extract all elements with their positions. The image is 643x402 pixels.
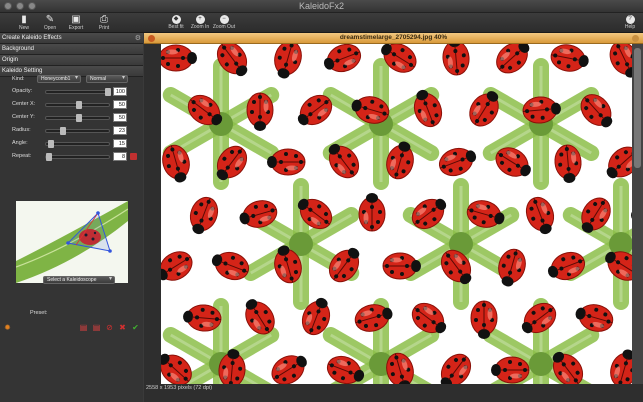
setting-slider[interactable] bbox=[45, 127, 110, 135]
setting-slider[interactable] bbox=[45, 114, 110, 122]
setting-value-field[interactable]: 50 bbox=[113, 100, 127, 109]
section-create-label: Create Kaleido Effects bbox=[2, 35, 62, 41]
section-background[interactable]: Background bbox=[0, 44, 143, 55]
zoom-in-button[interactable]: + Zoom In bbox=[188, 13, 212, 33]
setting-slider[interactable] bbox=[45, 140, 110, 148]
leaf-preview-image bbox=[16, 201, 128, 283]
sun-icon[interactable]: ✹ bbox=[3, 323, 12, 332]
setting-slider[interactable] bbox=[45, 88, 111, 96]
document-window: dreamstimelarge_2705294.jpg 40% 2558 x 1… bbox=[144, 33, 643, 402]
setting-row: Angle: 15 bbox=[0, 139, 143, 149]
best-fit-label: Best fit bbox=[168, 24, 184, 30]
zoom-in-icon: + bbox=[195, 15, 205, 24]
stop-icon[interactable]: ⊘ bbox=[105, 323, 114, 332]
delete-icon[interactable]: ✖ bbox=[118, 323, 127, 332]
help-label: Help bbox=[624, 24, 636, 30]
setting-label: Center X: bbox=[12, 101, 36, 107]
setting-label: Center Y: bbox=[12, 114, 35, 120]
setting-value-field[interactable]: 15 bbox=[113, 139, 127, 148]
preset-actions: ✹ ▤ ▤ ⊘ ✖ ✔ bbox=[0, 323, 143, 333]
section-background-label: Background bbox=[2, 46, 35, 52]
scroll-thumb[interactable] bbox=[634, 48, 641, 168]
setting-row: Center X: 50 bbox=[0, 100, 143, 110]
setting-value-field[interactable]: 100 bbox=[113, 87, 127, 96]
setting-row: Opacity: 100 bbox=[0, 87, 143, 97]
export-label: Export bbox=[68, 25, 84, 31]
kaleidoscope-canvas[interactable] bbox=[161, 44, 632, 384]
preset-label: Preset: bbox=[30, 310, 48, 316]
section-setting-label: Kaleido Setting bbox=[2, 68, 43, 74]
section-create-kaleido-effects[interactable]: Create Kaleido Effects ⚙ bbox=[0, 33, 143, 44]
setting-value-field[interactable]: 50 bbox=[113, 113, 127, 122]
stop-button[interactable] bbox=[130, 153, 137, 160]
kind-label: Kind: bbox=[12, 76, 25, 82]
print-label: Print bbox=[98, 25, 110, 31]
settings-panel: Create Kaleido Effects ⚙ Background Orig… bbox=[0, 33, 143, 402]
document-title: dreamstimelarge_2705294.jpg 40% bbox=[339, 34, 448, 41]
section-origin[interactable]: Origin bbox=[0, 55, 143, 66]
kaleido-origin-preview[interactable] bbox=[16, 201, 128, 283]
zoom-document-button[interactable] bbox=[632, 35, 639, 42]
kind-row: Kind: Honeycomb1 Normal bbox=[0, 75, 143, 85]
window-title: KaleidoFx2 bbox=[298, 1, 345, 11]
new-document-icon: ▮ bbox=[21, 14, 27, 25]
slider-knob[interactable] bbox=[59, 127, 66, 135]
print-button[interactable]: ⎙ Print bbox=[92, 13, 116, 33]
new-label: New bbox=[18, 25, 29, 31]
setting-slider[interactable] bbox=[45, 101, 110, 109]
help-button[interactable]: ? Help bbox=[618, 13, 642, 33]
document-title-bar: dreamstimelarge_2705294.jpg 40% bbox=[144, 33, 643, 44]
blend-mode-select[interactable]: Normal bbox=[86, 75, 128, 83]
section-origin-label: Origin bbox=[2, 57, 19, 63]
kaleidoscope-image bbox=[161, 44, 632, 384]
setting-label: Opacity: bbox=[12, 88, 33, 94]
zoom-in-label: Zoom In bbox=[190, 24, 210, 30]
preset-select[interactable]: Select a Kaleidoscope bbox=[43, 276, 115, 284]
export-icon: ▣ bbox=[71, 14, 81, 25]
zoom-out-label: Zoom Out bbox=[212, 24, 236, 30]
printer-icon: ⎙ bbox=[100, 14, 108, 25]
title-bar: KaleidoFx2 bbox=[0, 0, 643, 13]
apply-checkmark-icon[interactable]: ✔ bbox=[131, 323, 140, 332]
help-icon: ? bbox=[625, 15, 635, 24]
zoom-out-button[interactable]: − Zoom Out bbox=[212, 13, 236, 33]
slider-knob[interactable] bbox=[75, 101, 82, 109]
image-size-status: 2558 x 1953 pixels (72 dpi) bbox=[146, 385, 213, 391]
toolbar: ▮ New ✎ Open ▣ Export ⎙ Print ◆ Best fit… bbox=[0, 13, 643, 33]
setting-value-field[interactable]: 8 bbox=[113, 152, 127, 161]
setting-slider[interactable] bbox=[45, 153, 110, 161]
slider-knob[interactable] bbox=[48, 140, 55, 148]
vertical-scrollbar[interactable] bbox=[632, 44, 643, 384]
save-preset-icon[interactable]: ▤ bbox=[92, 323, 101, 332]
new-button[interactable]: ▮ New bbox=[12, 13, 36, 33]
setting-label: Repeat: bbox=[12, 153, 32, 159]
open-button[interactable]: ✎ Open bbox=[38, 13, 62, 33]
setting-row: Radius: 23 bbox=[0, 126, 143, 136]
export-button[interactable]: ▣ Export bbox=[64, 13, 88, 33]
add-preset-icon[interactable]: ▤ bbox=[79, 323, 88, 332]
slider-knob[interactable] bbox=[46, 153, 52, 161]
zoom-out-icon: − bbox=[219, 15, 229, 24]
setting-label: Angle: bbox=[12, 140, 28, 146]
best-fit-button[interactable]: ◆ Best fit bbox=[164, 13, 188, 33]
slider-knob[interactable] bbox=[75, 114, 82, 122]
slider-knob[interactable] bbox=[105, 88, 111, 96]
open-label: Open bbox=[43, 25, 57, 31]
setting-label: Radius: bbox=[12, 127, 31, 133]
open-folder-icon: ✎ bbox=[45, 14, 55, 25]
gear-icon[interactable]: ⚙ bbox=[135, 33, 141, 44]
best-fit-icon: ◆ bbox=[171, 15, 181, 24]
setting-row: Repeat: 8 bbox=[0, 152, 143, 162]
kind-select[interactable]: Honeycomb1 bbox=[37, 75, 81, 83]
setting-row: Center Y: 50 bbox=[0, 113, 143, 123]
setting-value-field[interactable]: 23 bbox=[113, 126, 127, 135]
